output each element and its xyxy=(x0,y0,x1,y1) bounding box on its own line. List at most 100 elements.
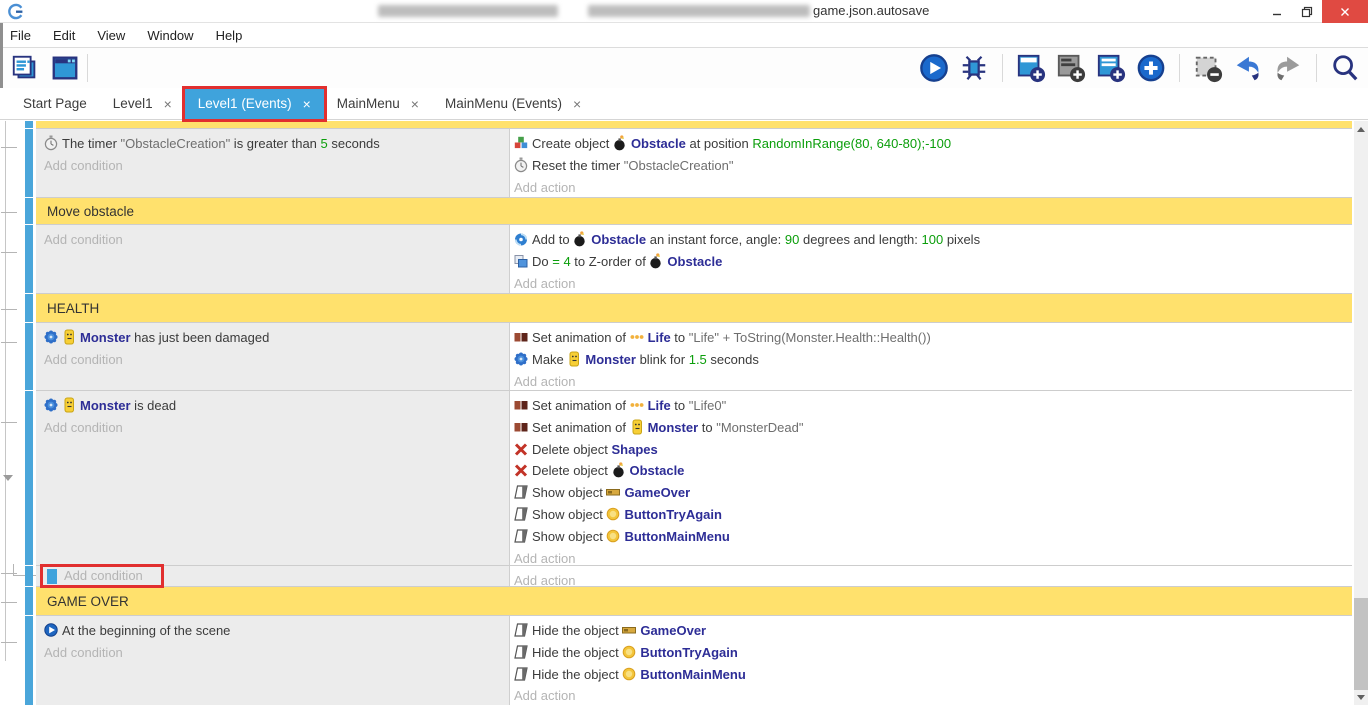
instruction-text: to xyxy=(671,398,689,413)
instruction-text: has just been damaged xyxy=(131,330,270,345)
gdevelop-logo-icon xyxy=(7,3,24,20)
bomb-icon xyxy=(612,462,626,478)
empty-event-row[interactable]: Add conditionAdd action xyxy=(36,566,1352,587)
action-line[interactable]: Set animation of Monster to "MonsterDead… xyxy=(514,417,1346,439)
comment-row[interactable]: GAME OVER xyxy=(36,587,1352,616)
action-line[interactable]: Make Monster blink for 1.5 seconds xyxy=(514,349,1346,371)
vertical-scrollbar[interactable] xyxy=(1354,121,1368,705)
object-name: Obstacle xyxy=(591,232,646,247)
menu-file[interactable]: File xyxy=(10,28,31,43)
tab-close-icon[interactable]: × xyxy=(303,96,311,112)
event-row[interactable]: Monster has just been damagedAdd conditi… xyxy=(36,323,1352,391)
condition-line[interactable]: Monster has just been damaged xyxy=(44,327,503,349)
add-event-icon[interactable] xyxy=(1014,51,1048,85)
action-line[interactable]: Show object ButtonMainMenu xyxy=(514,526,1346,548)
event-row[interactable]: At the beginning of the sceneAdd conditi… xyxy=(36,616,1352,705)
dock-handle xyxy=(0,23,3,88)
action-line[interactable]: Create object Obstacle at position Rando… xyxy=(514,133,1346,155)
action-line[interactable]: Set animation of Life to "Life" + ToStri… xyxy=(514,327,1346,349)
condition-add-button[interactable]: Add condition xyxy=(64,565,143,587)
condition-add-button[interactable]: Add condition xyxy=(44,349,503,371)
action-line[interactable]: Reset the timer "ObstacleCreation" xyxy=(514,155,1346,177)
preview-play-icon[interactable] xyxy=(917,51,951,85)
behavior-icon xyxy=(44,329,58,345)
object-name: ButtonTryAgain xyxy=(624,507,722,522)
tab-close-icon[interactable]: × xyxy=(411,96,419,112)
menu-bar: File Edit View Window Help xyxy=(0,23,1368,48)
action-line[interactable]: Hide the object ButtonMainMenu xyxy=(514,664,1346,686)
actions-cell: Add to Obstacle an instant force, angle:… xyxy=(510,225,1352,293)
actions-cell: Set animation of Life to "Life0"Set anim… xyxy=(510,391,1352,565)
object-name: ButtonMainMenu xyxy=(640,667,745,682)
condition-add-button[interactable]: Add condition xyxy=(44,417,503,439)
tab-mainmenu[interactable]: MainMenu× xyxy=(324,88,432,119)
tab-start-page[interactable]: Start Page xyxy=(10,88,100,119)
actions-cell: Create object Obstacle at position Rando… xyxy=(510,129,1352,197)
monster-icon xyxy=(567,351,581,367)
action-line[interactable]: Hide the object GameOver xyxy=(514,620,1346,642)
add-comment-icon[interactable] xyxy=(1054,51,1088,85)
action-line[interactable]: Delete object Obstacle xyxy=(514,460,1346,482)
scroll-up-icon[interactable] xyxy=(1357,127,1365,132)
event-color-bar xyxy=(25,129,33,197)
instruction-text: Hide the object xyxy=(532,667,622,682)
menu-edit[interactable]: Edit xyxy=(53,28,75,43)
tree-tick xyxy=(1,422,17,423)
condition-line[interactable]: At the beginning of the scene xyxy=(44,620,503,642)
condition-add-button[interactable]: Add condition xyxy=(44,155,503,177)
redo-icon[interactable] xyxy=(1271,51,1305,85)
comment-row[interactable]: Move obstacle xyxy=(36,198,1352,225)
bomb-icon xyxy=(649,253,663,269)
menu-view[interactable]: View xyxy=(97,28,125,43)
condition-line[interactable]: The timer "ObstacleCreation" is greater … xyxy=(44,133,503,155)
delete-event-icon[interactable] xyxy=(1191,51,1225,85)
add-other-event-icon[interactable] xyxy=(1134,51,1168,85)
tab-level1[interactable]: Level1× xyxy=(100,88,185,119)
scrollbar-thumb[interactable] xyxy=(1354,598,1368,690)
toolbar-separator xyxy=(87,54,88,82)
add-subevent-icon[interactable] xyxy=(1094,51,1128,85)
action-add-button[interactable]: Add action xyxy=(514,273,1346,295)
event-row[interactable]: The timer "ObstacleCreation" is greater … xyxy=(36,129,1352,198)
minimize-icon[interactable] xyxy=(1262,0,1292,23)
menu-help[interactable]: Help xyxy=(216,28,243,43)
instruction-text: an instant force, angle: xyxy=(646,232,785,247)
event-row[interactable]: Add condition Add to Obstacle an instant … xyxy=(36,225,1352,294)
action-line[interactable]: Do = 4 to Z-order of Obstacle xyxy=(514,251,1346,273)
debugger-icon[interactable] xyxy=(957,51,991,85)
action-add-button[interactable]: Add action xyxy=(514,371,1346,393)
toolbar-left-group xyxy=(0,51,82,85)
restore-icon[interactable] xyxy=(1292,0,1322,23)
action-line[interactable]: Set animation of Life to "Life0" xyxy=(514,395,1346,417)
scroll-down-icon[interactable] xyxy=(1357,695,1365,700)
action-line[interactable]: Add to Obstacle an instant force, angle:… xyxy=(514,229,1346,251)
tab-mainmenu-events[interactable]: MainMenu (Events)× xyxy=(432,88,594,119)
action-line[interactable]: Show object GameOver xyxy=(514,482,1346,504)
event-row[interactable]: Monster is deadAdd condition Set animatio… xyxy=(36,391,1352,566)
menu-window[interactable]: Window xyxy=(147,28,193,43)
action-line[interactable]: Show object ButtonTryAgain xyxy=(514,504,1346,526)
undo-icon[interactable] xyxy=(1231,51,1265,85)
comment-row[interactable]: HEALTH xyxy=(36,294,1352,323)
object-name: Monster xyxy=(648,420,699,435)
condition-add-button[interactable]: Add condition xyxy=(44,642,503,664)
close-icon[interactable] xyxy=(1322,0,1368,23)
scene-editor-icon[interactable] xyxy=(48,51,82,85)
tab-close-icon[interactable]: × xyxy=(164,96,172,112)
tab-bar: Start PageLevel1×Level1 (Events)×MainMen… xyxy=(0,88,1368,120)
tab-close-icon[interactable]: × xyxy=(573,96,581,112)
object-name: Monster xyxy=(80,330,131,345)
condition-line[interactable]: Monster is dead xyxy=(44,395,503,417)
action-add-button[interactable]: Add action xyxy=(514,177,1346,199)
project-manager-icon[interactable] xyxy=(8,51,42,85)
condition-add-button[interactable]: Add condition xyxy=(44,229,503,251)
search-icon[interactable] xyxy=(1328,51,1362,85)
event-color-bar xyxy=(25,391,33,565)
action-line[interactable]: Delete object Shapes xyxy=(514,439,1346,461)
action-line[interactable]: Hide the object ButtonTryAgain xyxy=(514,642,1346,664)
tab-level1-events[interactable]: Level1 (Events)× xyxy=(185,88,324,119)
timer-icon xyxy=(514,157,528,173)
comment-row-partial[interactable] xyxy=(36,121,1352,129)
object-name: Monster xyxy=(585,352,636,367)
action-add-button[interactable]: Add action xyxy=(514,685,1346,705)
